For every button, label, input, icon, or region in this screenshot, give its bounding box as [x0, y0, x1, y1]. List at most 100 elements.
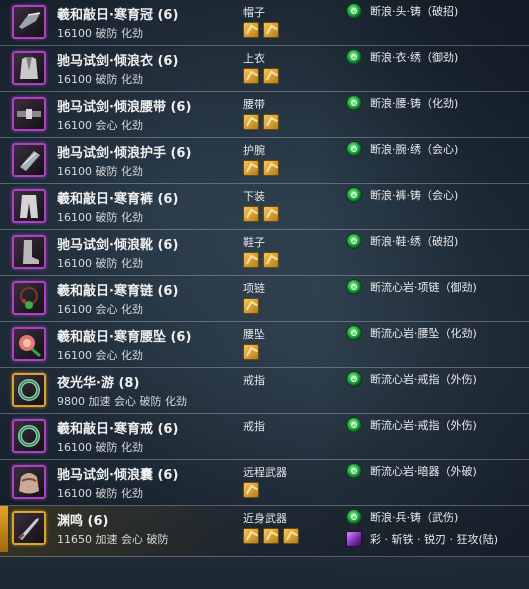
stone-icon[interactable]	[243, 252, 259, 268]
equipment-row[interactable]: 驰马试剑·倾浪靴 (6) 16100 破防 化劲 鞋子 断浪·鞋·绣（破招)	[0, 230, 529, 276]
ring-icon[interactable]	[12, 373, 46, 407]
stone-slots	[243, 206, 279, 222]
enchant-text: 断浪·头·铸（破招)	[370, 5, 459, 18]
stone-icon[interactable]	[263, 206, 279, 222]
stone-icon[interactable]	[263, 114, 279, 130]
equipment-row[interactable]: 羲和敲日·寒育裤 (6) 16100 破防 化劲 下装 断浪·裤·铸（会心)	[0, 184, 529, 230]
item-slot: 护腕	[243, 144, 265, 157]
enchant-gem-icon[interactable]	[346, 141, 362, 157]
enchant-gem-icon[interactable]	[346, 49, 362, 65]
enchant: 断浪·头·铸（破招)	[346, 3, 458, 19]
belt-icon[interactable]	[12, 97, 46, 131]
item-slot: 鞋子	[243, 236, 265, 249]
equipment-row[interactable]: 夜光华·游 (8) 9800 加速 会心 破防 化劲 戒指 断流心岩·戒指（外伤)	[0, 368, 529, 414]
item-stats: 9800 加速 会心 破防 化劲	[57, 395, 187, 408]
colored-gem-icon[interactable]	[346, 531, 362, 547]
stone-icon[interactable]	[263, 160, 279, 176]
enchant-gem-icon[interactable]	[346, 417, 362, 433]
stone-slots	[243, 482, 259, 498]
equipment-row[interactable]: 羲和敲日·寒育冠 (6) 16100 破防 化劲 帽子 断浪·头·铸（破招)	[0, 0, 529, 46]
equipment-row[interactable]: 羲和敲日·寒育链 (6) 16100 会心 化劲 项链 断流心岩·项链（御劲)	[0, 276, 529, 322]
stone-icon[interactable]	[263, 68, 279, 84]
stone-icon[interactable]	[263, 22, 279, 38]
enchant-gem-icon[interactable]	[346, 509, 362, 525]
item-stats: 16100 会心 化劲	[57, 119, 143, 132]
stone-icon[interactable]	[263, 252, 279, 268]
enchant-gem-icon[interactable]	[346, 95, 362, 111]
item-stats: 16100 会心 化劲	[57, 303, 143, 316]
equipment-row[interactable]: 驰马试剑·倾浪腰带 (6) 16100 会心 化劲 腰带 断浪·腰·铸（化劲)	[0, 92, 529, 138]
stone-slots	[243, 160, 279, 176]
item-stats: 16100 会心 化劲	[57, 349, 143, 362]
equipment-row[interactable]: 驰马试剑·倾浪衣 (6) 16100 破防 化劲 上衣 断浪·衣·绣（御劲)	[0, 46, 529, 92]
item-stats: 16100 破防 化劲	[57, 165, 143, 178]
item-name: 驰马试剑·倾浪衣 (6)	[57, 54, 179, 69]
item-name: 羲和敲日·寒育腰坠 (6)	[57, 330, 192, 345]
equipment-row[interactable]: 驰马试剑·倾浪囊 (6) 16100 破防 化劲 远程武器 断流心岩·暗器（外破)	[0, 460, 529, 506]
weapon-marker	[0, 506, 8, 552]
item-stats: 16100 破防 化劲	[57, 73, 143, 86]
enchant: 断流心岩·暗器（外破)	[346, 463, 477, 479]
equipment-row[interactable]: 渊鸣 (6) 11650 加速 会心 破防 近身武器 断浪·兵·铸（武伤) 彩 · 斩铁…	[0, 506, 529, 557]
boots-icon[interactable]	[12, 235, 46, 269]
enchant-gem-icon[interactable]	[346, 3, 362, 19]
enchant-gem-icon[interactable]	[346, 325, 362, 341]
stone-icon[interactable]	[243, 528, 259, 544]
enchant: 断浪·裤·铸（会心)	[346, 187, 458, 203]
equipment-row[interactable]: 羲和敲日·寒育戒 (6) 16100 破防 化劲 戒指 断流心岩·戒指（外伤)	[0, 414, 529, 460]
pouch-icon[interactable]	[12, 465, 46, 499]
item-name: 羲和敲日·寒育戒 (6)	[57, 422, 179, 437]
pants-icon[interactable]	[12, 189, 46, 223]
enchant-text: 断浪·兵·铸（武伤)	[370, 511, 459, 524]
stone-slots	[243, 252, 279, 268]
equipment-row[interactable]: 羲和敲日·寒育腰坠 (6) 16100 会心 化劲 腰坠 断流心岩·腰坠（化劲)	[0, 322, 529, 368]
stone-icon[interactable]	[243, 68, 259, 84]
item-stats: 16100 破防 化劲	[57, 27, 143, 40]
item-stats: 16100 破防 化劲	[57, 211, 143, 224]
stone-icon[interactable]	[243, 344, 259, 360]
necklace-icon[interactable]	[12, 281, 46, 315]
item-name: 羲和敲日·寒育冠 (6)	[57, 8, 179, 23]
stone-icon[interactable]	[243, 206, 259, 222]
stone-slots	[243, 344, 259, 360]
enchant-text: 断浪·腕·绣（会心)	[370, 143, 459, 156]
stone-icon[interactable]	[243, 22, 259, 38]
stone-icon[interactable]	[243, 298, 259, 314]
ring-icon[interactable]	[12, 419, 46, 453]
enchant: 断流心岩·戒指（外伤)	[346, 417, 477, 433]
blade-icon[interactable]	[12, 511, 46, 545]
enchant-text: 断流心岩·项链（御劲)	[370, 281, 477, 294]
enchant-gem-icon[interactable]	[346, 187, 362, 203]
enchant-gem-icon[interactable]	[346, 279, 362, 295]
enchant: 断流心岩·项链（御劲)	[346, 279, 477, 295]
pendant-icon[interactable]	[12, 327, 46, 361]
item-name: 渊鸣 (6)	[57, 514, 109, 529]
enchant-text: 断浪·裤·铸（会心)	[370, 189, 459, 202]
enchant-text: 断浪·腰·铸（化劲)	[370, 97, 459, 110]
stone-icon[interactable]	[243, 114, 259, 130]
stone-icon[interactable]	[243, 482, 259, 498]
item-stats: 16100 破防 化劲	[57, 487, 143, 500]
equipment-row[interactable]: 驰马试剑·倾浪护手 (6) 16100 破防 化劲 护腕 断浪·腕·绣（会心)	[0, 138, 529, 184]
item-slot: 腰坠	[243, 328, 265, 341]
stone-icon[interactable]	[243, 160, 259, 176]
stone-slots	[243, 114, 279, 130]
stone-icon[interactable]	[263, 528, 279, 544]
enchant-text: 断浪·鞋·绣（破招)	[370, 235, 459, 248]
enchant-gem-icon[interactable]	[346, 233, 362, 249]
enchant-text: 断流心岩·戒指（外伤)	[370, 419, 477, 432]
enchant-secondary-text: 彩 · 斩铁 · 锐刃 · 狂攻(陆)	[370, 533, 499, 546]
helmet-icon[interactable]	[12, 5, 46, 39]
enchant: 断流心岩·戒指（外伤)	[346, 371, 477, 387]
enchant-gem-icon[interactable]	[346, 463, 362, 479]
item-name: 驰马试剑·倾浪护手 (6)	[57, 146, 192, 161]
enchant: 断浪·腕·绣（会心)	[346, 141, 458, 157]
armor-icon[interactable]	[12, 51, 46, 85]
item-name: 羲和敲日·寒育链 (6)	[57, 284, 179, 299]
enchant: 断流心岩·腰坠（化劲)	[346, 325, 477, 341]
stone-icon[interactable]	[283, 528, 299, 544]
item-stats: 16100 破防 化劲	[57, 257, 143, 270]
enchant-gem-icon[interactable]	[346, 371, 362, 387]
enchant: 断浪·衣·绣（御劲)	[346, 49, 458, 65]
bracer-icon[interactable]	[12, 143, 46, 177]
